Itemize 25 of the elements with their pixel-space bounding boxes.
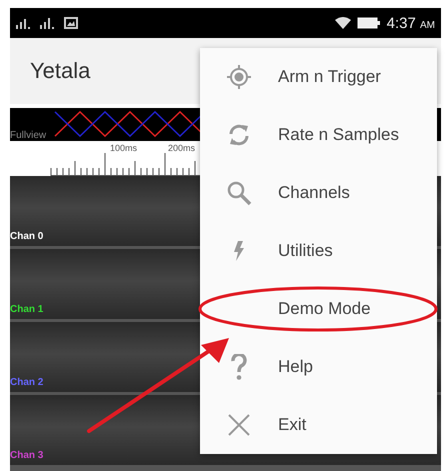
wifi-icon <box>334 17 351 29</box>
menu-item[interactable]: Rate n Samples <box>278 125 399 145</box>
menu-item[interactable]: Arm n Trigger <box>278 67 381 87</box>
channel-label: Chan 3 <box>10 450 44 461</box>
battery-icon <box>356 17 381 29</box>
channel-label: Chan 1 <box>10 304 44 315</box>
ruler-label: 100ms <box>110 143 138 153</box>
app-title: Yetala <box>30 58 90 84</box>
help-icon <box>231 354 247 380</box>
menu-item[interactable]: Utilities <box>278 241 333 261</box>
menu-item[interactable]: Demo Mode <box>278 299 371 319</box>
fullview-label: Fullview <box>10 130 46 141</box>
menu-item[interactable]: Exit <box>278 415 306 435</box>
menu-item[interactable]: Channels <box>278 183 350 203</box>
refresh-icon <box>227 122 251 148</box>
channel-label: Chan 2 <box>10 377 44 388</box>
channel-label: Chan 0 <box>10 231 44 242</box>
ruler-label: 200ms <box>168 143 196 153</box>
search-icon <box>226 180 252 206</box>
close-icon <box>228 414 250 436</box>
image-icon <box>64 17 78 29</box>
clock-text: 4:37 AM <box>386 14 435 32</box>
menu-item[interactable]: Help <box>278 357 313 377</box>
lightning-icon <box>233 241 245 261</box>
crosshair-icon <box>226 64 252 90</box>
